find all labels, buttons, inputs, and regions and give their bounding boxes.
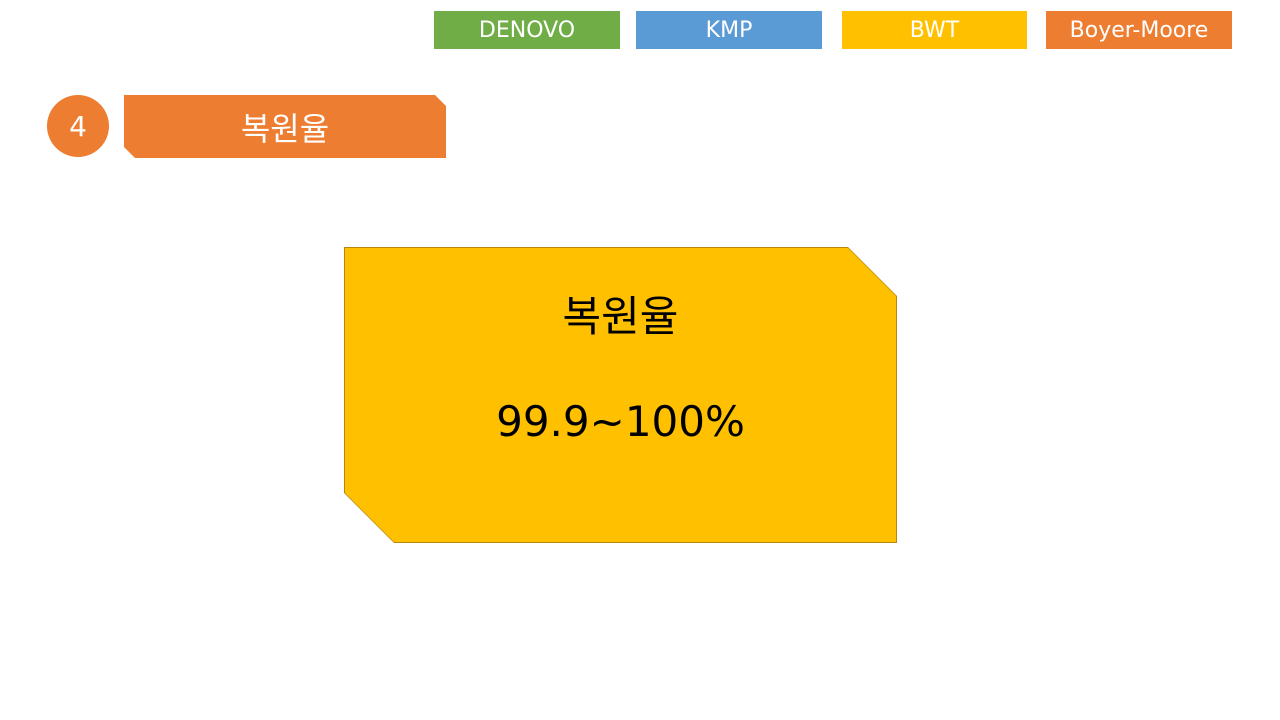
section-title-banner: 복원율 xyxy=(124,95,446,158)
tag-denovo-label: DENOVO xyxy=(478,17,576,43)
tag-kmp: KMP xyxy=(636,11,822,49)
section-number: 4 xyxy=(69,109,87,143)
result-card xyxy=(344,247,897,543)
section-title: 복원율 xyxy=(240,109,330,148)
tag-bwt: BWT xyxy=(842,11,1027,49)
result-card-fill xyxy=(345,248,896,542)
tag-boyer-moore-label: Boyer-Moore xyxy=(1069,17,1209,43)
tag-kmp-label: KMP xyxy=(705,17,753,43)
section-number-badge: 4 xyxy=(47,95,109,157)
tag-boyer-moore: Boyer-Moore xyxy=(1046,11,1232,49)
tag-denovo: DENOVO xyxy=(434,11,620,49)
tag-bwt-label: BWT xyxy=(909,17,960,43)
